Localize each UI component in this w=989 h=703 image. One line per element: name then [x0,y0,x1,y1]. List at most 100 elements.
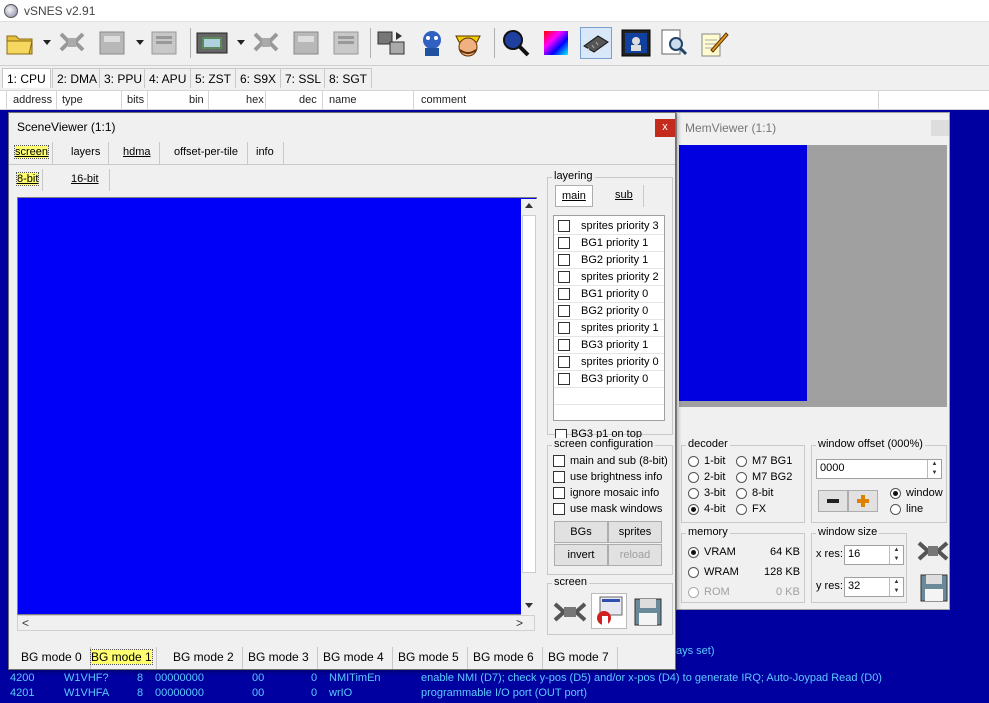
main-and-sub-checkbox[interactable] [553,455,565,467]
tab-s9x[interactable]: 6: S9X [235,68,282,88]
memory-wram-radio[interactable] [688,567,699,578]
decoder-1bit-radio[interactable] [688,456,699,467]
offset-line-radio[interactable] [890,504,901,515]
vertical-scrollbar[interactable] [521,199,537,615]
table-row[interactable]: ays set) [676,645,989,659]
window-offset-field[interactable]: 0000 ▲ ▼ [816,459,942,479]
tab-layering-sub[interactable]: sub [605,185,644,207]
list-item[interactable]: sprites priority 3 [554,218,664,235]
x-res-field[interactable]: 16 ▲ ▼ [844,545,904,565]
floppy-save-icon[interactable] [919,573,949,603]
tab-bg-mode-7[interactable]: BG mode 7 [540,647,618,669]
bgs-button[interactable]: BGs [554,521,608,543]
layer-checkbox[interactable] [558,237,570,249]
magnifier-icon[interactable] [500,27,532,59]
tab-offset-per-tile[interactable]: offset-per-tile [165,142,248,164]
tab-layering-main[interactable]: main [555,185,593,207]
increase-offset-button[interactable] [848,490,878,512]
y-res-field[interactable]: 32 ▲ ▼ [844,577,904,597]
connector-icon[interactable] [917,537,949,565]
layer-checkbox[interactable] [558,373,570,385]
floppy-save-icon[interactable] [633,597,663,627]
list-item[interactable]: BG3 priority 0 [554,371,664,388]
scroll-left-icon[interactable]: < [22,616,29,630]
notepad-pencil-icon[interactable] [698,27,730,59]
reload-button[interactable]: reload [608,544,662,566]
table-row[interactable]: 4201 W1VHFA 8 00000000 00 0 wrIO program… [0,687,989,701]
column-type[interactable]: type [62,94,83,106]
decoder-3bit-radio[interactable] [688,488,699,499]
list-item[interactable]: BG2 priority 1 [554,252,664,269]
open-folder-icon[interactable] [4,27,36,59]
scroll-right-icon[interactable]: > [516,616,523,630]
spin-down-icon[interactable]: ▼ [889,555,903,564]
tab-bg-mode-6[interactable]: BG mode 6 [465,647,543,669]
decoder-fx-radio[interactable] [736,504,747,515]
memory-chip-icon[interactable] [580,27,612,59]
horizontal-scrollbar[interactable]: < > [17,615,535,631]
decoder-4bit-radio[interactable] [688,504,699,515]
spin-down-icon[interactable]: ▼ [889,587,903,596]
tab-screen[interactable]: screen [11,142,54,164]
decoder-m7bg2-radio[interactable] [736,472,747,483]
memory-vram-radio[interactable] [688,547,699,558]
list-item[interactable]: sprites priority 2 [554,269,664,286]
tab-8bit[interactable]: 8-bit [13,169,44,191]
tab-bg-mode-4[interactable]: BG mode 4 [315,647,393,669]
tab-bg-mode-0[interactable]: BG mode 0 [13,647,91,669]
connector-icon[interactable] [553,597,587,627]
document-search-icon[interactable] [658,27,690,59]
list-item[interactable]: BG1 priority 1 [554,235,664,252]
layer-checkbox[interactable] [558,322,570,334]
table-row[interactable]: 4200 W1VHF? 8 00000000 00 0 NMITimEn ena… [0,672,989,686]
decoder-8bit-radio[interactable] [736,488,747,499]
disabled-export-icon-2[interactable] [330,27,362,59]
tab-info[interactable]: info [247,142,284,164]
open-dropdown-arrow[interactable] [43,40,51,45]
layer-priority-list[interactable]: sprites priority 3 BG1 priority 1 BG2 pr… [553,215,665,421]
column-hex[interactable]: hex [246,94,264,106]
disabled-save-icon[interactable] [96,27,128,59]
use-mask-windows-checkbox[interactable] [553,503,565,515]
layer-checkbox[interactable] [558,254,570,266]
scene-canvas[interactable] [17,197,537,615]
layer-checkbox[interactable] [558,288,570,300]
column-address[interactable]: address [13,94,52,106]
tab-bg-mode-2[interactable]: BG mode 2 [165,647,243,669]
disabled-connector-icon-2[interactable] [250,27,282,59]
palette-icon[interactable] [540,27,572,59]
tab-layers[interactable]: layers [63,142,110,164]
tab-bg-mode-1[interactable]: BG mode 1 [87,647,157,669]
tab-dma[interactable]: 2: DMA [52,68,103,88]
tab-16bit[interactable]: 16-bit [61,169,110,191]
mem-viewer-close-button[interactable] [931,120,949,136]
tab-apu[interactable]: 4: APU [144,68,192,88]
disabled-connector-icon[interactable] [56,27,88,59]
offset-window-radio[interactable] [890,488,901,499]
tab-bg-mode-3[interactable]: BG mode 3 [240,647,318,669]
list-item[interactable]: sprites priority 0 [554,354,664,371]
column-bin[interactable]: bin [189,94,204,106]
scene-viewer-icon[interactable] [620,27,652,59]
layer-checkbox[interactable] [558,356,570,368]
ignore-mosaic-checkbox[interactable] [553,487,565,499]
spin-up-icon[interactable]: ▲ [889,578,903,587]
scroll-thumb[interactable] [522,215,536,573]
layer-checkbox[interactable] [558,271,570,283]
decrease-offset-button[interactable] [818,490,848,512]
sprites-button[interactable]: sprites [608,521,662,543]
layer-checkbox[interactable] [558,339,570,351]
column-bits[interactable]: bits [127,94,144,106]
column-dec[interactable]: dec [299,94,317,106]
scroll-up-icon[interactable] [525,203,533,208]
spin-up-icon[interactable]: ▲ [889,546,903,555]
close-icon[interactable]: x [655,119,675,137]
memory-rom-radio[interactable] [688,587,699,598]
tab-bg-mode-5[interactable]: BG mode 5 [390,647,468,669]
tab-zst[interactable]: 5: ZST [190,68,237,88]
disabled-export-icon[interactable] [148,27,180,59]
wario-character-icon[interactable] [452,27,484,59]
screen-export-icon[interactable] [591,593,627,629]
use-brightness-checkbox[interactable] [553,471,565,483]
spin-down-icon[interactable]: ▼ [927,469,941,478]
